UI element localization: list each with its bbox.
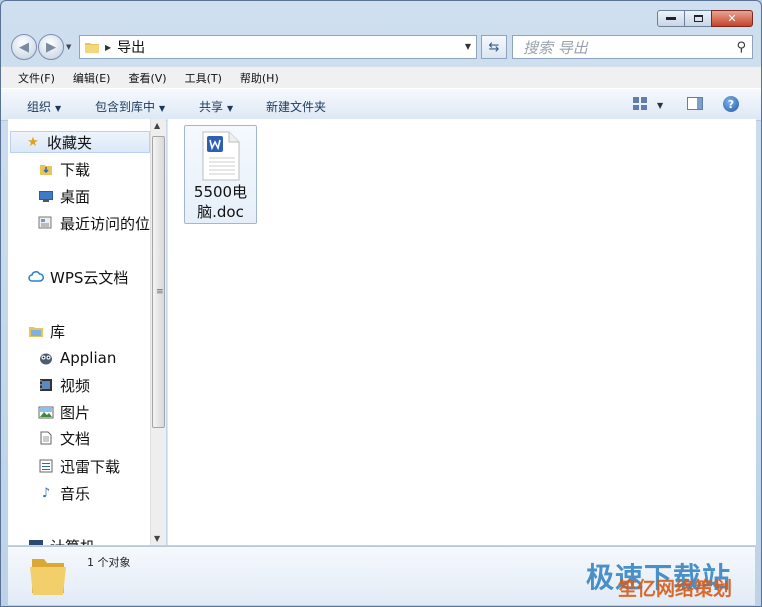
sidebar-item-label: 下载 (60, 160, 91, 179)
menu-edit[interactable]: 编辑(E) (73, 70, 111, 86)
file-list-pane: 5500电 脑.doc (167, 119, 756, 545)
wps-word-doc-icon (202, 131, 240, 181)
file-name-line-2: 脑.doc (197, 203, 244, 221)
desktop-icon (38, 188, 54, 204)
thunder-download-icon (38, 458, 54, 474)
breadcrumb-arrow-icon[interactable]: ▶ (105, 43, 111, 52)
sidebar-item-thunder-downloads[interactable]: 迅雷下载 (38, 455, 120, 477)
download-folder-icon (38, 161, 54, 177)
close-button[interactable]: ✕ (711, 10, 753, 27)
sidebar-item-pictures[interactable]: 图片 (38, 401, 90, 423)
address-bar[interactable]: ▶ 导出 ▼ (79, 35, 477, 59)
menu-file[interactable]: 文件(F) (18, 70, 55, 86)
minimize-icon (666, 17, 676, 20)
share-label: 共享 (199, 100, 224, 114)
menu-view[interactable]: 查看(V) (128, 70, 166, 86)
sidebar-item-label: 最近访问的位 (60, 214, 150, 233)
command-bar: 组织 ▼ 包含到库中 ▼ 共享 ▼ 新建文件夹 ▼ ? (1, 88, 761, 121)
search-input[interactable]: 搜索 导出 ⚲ (512, 35, 753, 59)
scroll-down-icon[interactable]: ▼ (154, 534, 160, 543)
menu-bar: 文件(F) 编辑(E) 查看(V) 工具(T) 帮助(H) (1, 66, 761, 89)
cloud-icon (28, 269, 44, 285)
chevron-down-icon: ▼ (55, 104, 62, 113)
search-icon[interactable]: ⚲ (736, 40, 746, 55)
address-dropdown-icon[interactable]: ▼ (465, 42, 471, 51)
file-name: 5500电 脑.doc (185, 182, 256, 222)
star-icon: ★ (27, 134, 39, 150)
maximize-icon (693, 15, 703, 22)
sidebar-item-downloads[interactable]: 下载 (38, 158, 90, 180)
sidebar-item-label: 音乐 (60, 484, 91, 503)
sidebar-item-label: Applian (60, 349, 117, 367)
refresh-button[interactable]: ⇆ (481, 35, 507, 59)
search-placeholder: 搜索 导出 (523, 38, 588, 57)
organize-label: 组织 (27, 100, 52, 114)
recent-places-icon (38, 215, 54, 231)
minimize-button[interactable] (657, 10, 685, 27)
include-in-library-button[interactable]: 包含到库中 ▼ (95, 98, 165, 115)
navigation-row: ◀ ▶ ▼ ▶ 导出 ▼ ⇆ 搜索 导出 ⚲ (1, 31, 761, 63)
file-name-line-1: 5500电 (193, 183, 248, 201)
menu-tools[interactable]: 工具(T) (185, 70, 222, 86)
change-view-icon[interactable] (633, 97, 647, 110)
sidebar-item-computer[interactable]: 计算机 (28, 535, 95, 545)
new-folder-button[interactable]: 新建文件夹 (266, 98, 326, 115)
chevron-down-icon: ▼ (159, 104, 166, 113)
chevron-down-icon: ▼ (227, 104, 234, 113)
picture-icon (38, 404, 54, 420)
sidebar-item-libraries[interactable]: 库 (28, 320, 65, 342)
preview-pane-icon[interactable] (687, 97, 703, 110)
music-icon: ♪ (41, 485, 51, 501)
folder-icon (30, 559, 66, 595)
maximize-button[interactable] (684, 10, 712, 27)
recent-pages-dropdown[interactable]: ▼ (66, 43, 71, 51)
sidebar-item-label: 收藏夹 (47, 133, 93, 152)
window-controls: ✕ (657, 10, 753, 27)
back-button[interactable]: ◀ (11, 34, 37, 60)
address-path[interactable]: 导出 (117, 37, 145, 57)
organize-button[interactable]: 组织 ▼ (27, 98, 61, 115)
close-icon: ✕ (727, 12, 737, 25)
sidebar-item-label: 文档 (60, 429, 91, 448)
refresh-icon: ⇆ (488, 39, 500, 55)
sidebar-item-favorites[interactable]: ★ 收藏夹 (10, 131, 150, 153)
sidebar-item-label: 视频 (60, 376, 91, 395)
help-icon[interactable]: ? (723, 96, 739, 112)
sidebar-item-music[interactable]: ♪ 音乐 (38, 482, 90, 504)
sidebar-item-desktop[interactable]: 桌面 (38, 185, 90, 207)
sidebar-item-wps-cloud[interactable]: WPS云文档 (28, 266, 128, 288)
sidebar-item-label: WPS云文档 (50, 268, 129, 287)
grip-icon: ≡ (156, 287, 164, 297)
forward-arrow-icon: ▶ (46, 39, 56, 55)
file-item[interactable]: 5500电 脑.doc (184, 125, 257, 224)
back-arrow-icon: ◀ (19, 39, 29, 55)
sidebar-item-label: 计算机 (50, 536, 95, 546)
navigation-pane: ★ 收藏夹 下载 桌面 最近访问的位 WPS云文档 库 Applian 视频 图… (8, 119, 150, 545)
sidebar-item-label: 迅雷下载 (60, 457, 121, 476)
include-in-library-label: 包含到库中 (95, 100, 156, 114)
document-icon (38, 430, 54, 446)
computer-icon (28, 538, 44, 545)
navigation-scrollbar[interactable]: ▲ ≡ ▼ (150, 119, 166, 545)
forward-button[interactable]: ▶ (38, 34, 64, 60)
sidebar-item-applian[interactable]: Applian (38, 347, 116, 369)
sidebar-item-label: 库 (50, 322, 66, 341)
menu-help[interactable]: 帮助(H) (240, 70, 279, 86)
view-options-dropdown[interactable]: ▼ (657, 101, 663, 110)
owl-icon (38, 350, 54, 366)
video-icon (38, 377, 54, 393)
scroll-thumb[interactable]: ≡ (152, 136, 165, 428)
item-count: 1 个对象 (87, 556, 131, 569)
share-button[interactable]: 共享 ▼ (199, 98, 233, 115)
watermark-subtitle: 笙亿网络策划 (618, 578, 733, 600)
library-icon (28, 323, 44, 339)
sidebar-item-label: 桌面 (60, 187, 91, 206)
folder-icon (85, 43, 99, 53)
sidebar-item-documents[interactable]: 文档 (38, 427, 90, 449)
sidebar-item-label: 图片 (60, 403, 91, 422)
title-bar[interactable]: ✕ (1, 1, 761, 29)
sidebar-item-videos[interactable]: 视频 (38, 374, 90, 396)
sidebar-item-recent-places[interactable]: 最近访问的位 (38, 212, 150, 234)
scroll-up-icon[interactable]: ▲ (154, 121, 160, 130)
